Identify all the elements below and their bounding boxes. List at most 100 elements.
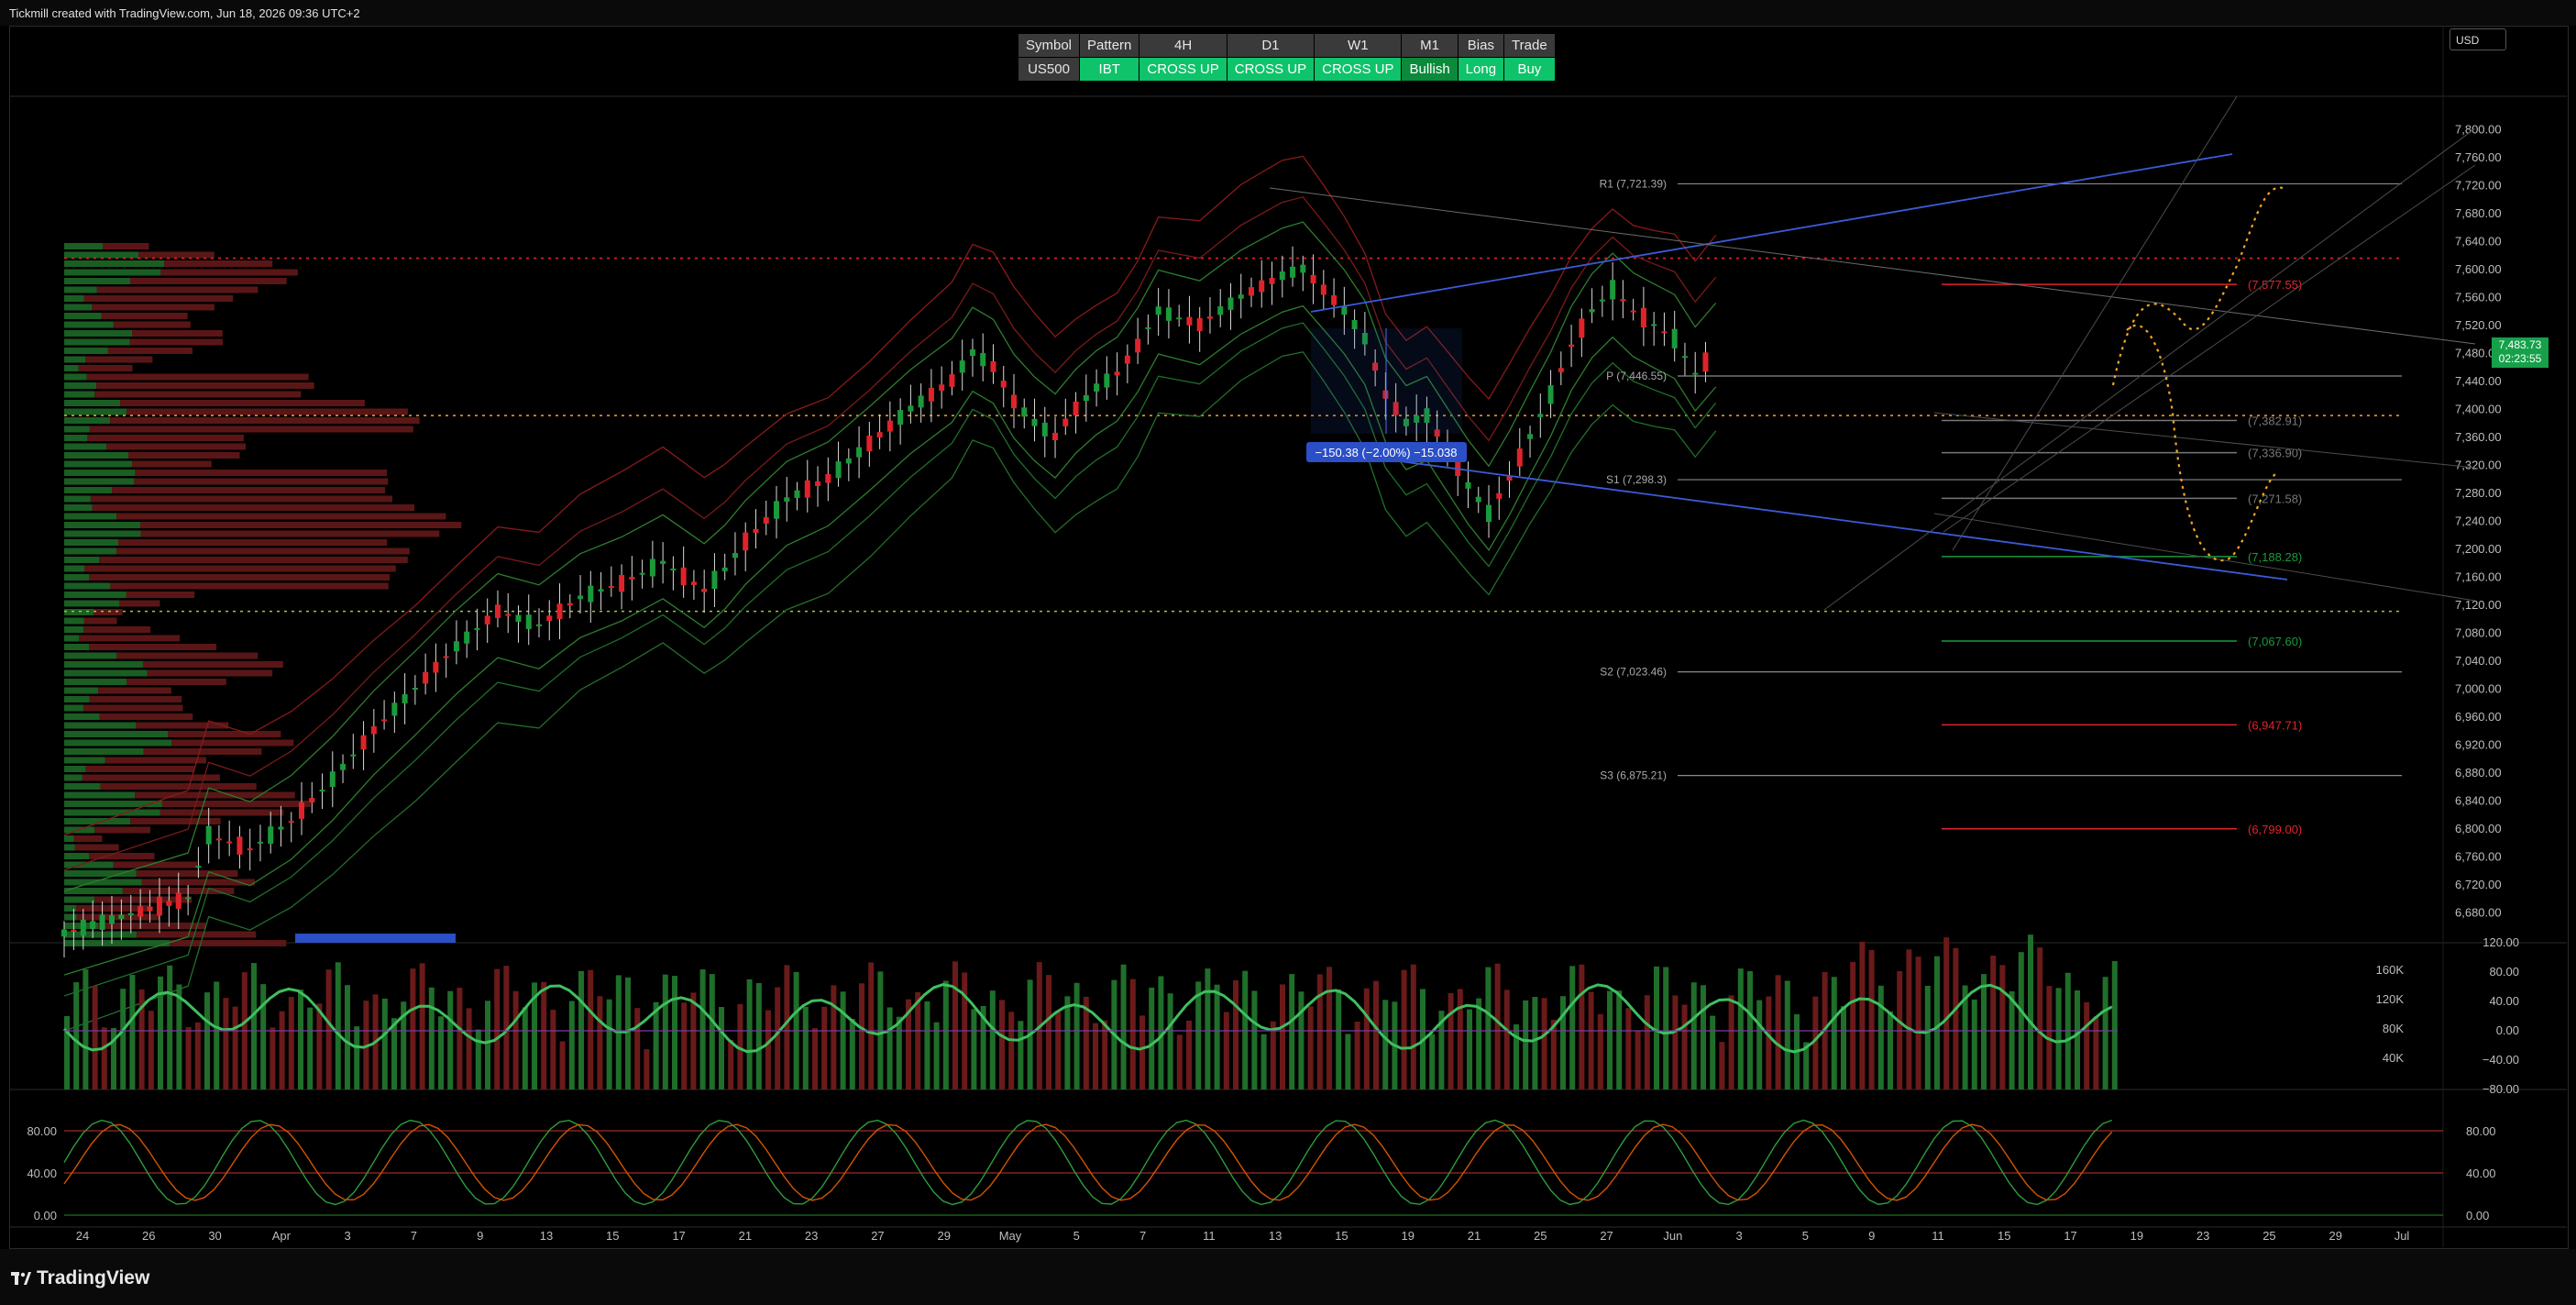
volume-bar <box>1579 964 1585 1089</box>
volume-bar <box>260 984 267 1089</box>
candle-body <box>247 848 253 851</box>
currency-select[interactable]: USD <box>2449 28 2506 50</box>
candle-body <box>1341 306 1348 315</box>
volume-profile-bar-down <box>138 251 215 259</box>
volume-profile-bar-up <box>64 600 120 607</box>
candle-body <box>598 589 604 592</box>
candle-body <box>1206 316 1213 319</box>
volume-bar <box>1363 988 1370 1089</box>
y-tick-label: 7,800.00 <box>2455 123 2502 137</box>
candle-body <box>866 436 873 452</box>
candle-body <box>1569 344 1575 348</box>
candle-body <box>515 614 522 622</box>
volume-profile-bar-up <box>64 426 90 433</box>
candle-body <box>1094 383 1100 392</box>
candle-body <box>61 929 67 937</box>
volume-profile-bar-up <box>64 460 132 468</box>
volume-bar <box>1701 985 1706 1089</box>
target-label: (7,336.90) <box>2248 447 2302 460</box>
volume-profile-bar-down <box>94 609 123 615</box>
candle-body <box>99 914 105 930</box>
volume-bar <box>1046 975 1051 1089</box>
candle-body <box>1062 418 1069 426</box>
x-tick-label: 13 <box>1269 1229 1282 1243</box>
x-tick-label: 17 <box>672 1229 685 1243</box>
volume-profile-bar-down <box>99 713 193 720</box>
volume-profile-bar-up <box>64 330 133 337</box>
volume-bar <box>775 987 781 1089</box>
volume-profile-bar-down <box>79 635 181 642</box>
volume-bar <box>812 1028 818 1089</box>
volume-profile-bar-up <box>64 373 87 381</box>
candle-body <box>1692 372 1699 375</box>
volume-bar <box>1971 999 1977 1089</box>
volume-profile-bar-down <box>74 844 119 851</box>
volume-bar <box>1503 990 1510 1089</box>
y-tick-label: 7,040.00 <box>2455 654 2502 668</box>
volume-bar <box>1737 968 1744 1089</box>
pivot-label: R1 (7,721.39) <box>1600 177 1667 190</box>
y-tick-label: 7,320.00 <box>2455 459 2502 472</box>
volume-profile-bar-up <box>64 801 162 807</box>
candle-body <box>525 614 532 629</box>
y-tick-label: 7,760.00 <box>2455 150 2502 164</box>
tradingview-logo[interactable]: TradingView <box>11 1267 149 1289</box>
volume-profile-bar-up <box>64 783 101 790</box>
volume-bar <box>64 1016 70 1089</box>
signal-header-1: Pattern <box>1079 33 1140 58</box>
volume-profile-bar-down <box>171 739 294 747</box>
volume-bar <box>1953 947 1959 1089</box>
volume-bar <box>2111 961 2118 1089</box>
x-tick-label: 5 <box>1073 1229 1080 1243</box>
volume-bar <box>886 1007 893 1089</box>
volume-profile-bar-up <box>64 679 127 685</box>
volume-bar <box>1906 949 1912 1089</box>
volume-bar <box>1149 987 1155 1089</box>
x-tick-label: 15 <box>606 1229 619 1243</box>
volume-profile-bar-up <box>64 652 117 659</box>
candle-body <box>381 719 388 722</box>
volume-bar <box>1915 957 1921 1089</box>
candle-body <box>1052 432 1059 441</box>
candle-body <box>732 552 738 558</box>
candle-body <box>1000 381 1007 388</box>
volume-profile-bar-down <box>90 495 392 503</box>
volume-profile-bar-down <box>118 539 388 546</box>
candle-body <box>1145 326 1151 329</box>
volume-bar <box>784 965 790 1089</box>
x-tick-label: 19 <box>1401 1229 1414 1243</box>
candle-body <box>939 384 945 391</box>
candle-body <box>1227 297 1234 310</box>
y-tick-label: 7,560.00 <box>2455 291 2502 304</box>
fan-line-3 <box>1952 95 2238 551</box>
stoch-tick-label-left: 0.00 <box>34 1209 57 1222</box>
volume-profile-bar-down <box>130 818 221 824</box>
volume-bar <box>167 965 173 1089</box>
candle-body <box>876 432 883 438</box>
candle-body <box>980 352 986 367</box>
volume-bar <box>83 969 89 1089</box>
volume-profile-bar-up <box>64 644 90 650</box>
volume-bar <box>1859 941 1866 1089</box>
volume-bar <box>2093 1016 2099 1089</box>
candle-body <box>299 802 304 819</box>
candle-body <box>845 458 852 464</box>
volume-bar <box>1635 1031 1641 1089</box>
volume-bar <box>915 991 921 1089</box>
volume-profile-bar-up <box>64 722 137 729</box>
volume-profile-bar-down <box>94 826 150 834</box>
volume-bar <box>849 1018 855 1089</box>
volume-profile-bar-up <box>64 661 143 668</box>
volume-bar <box>325 969 332 1089</box>
y-tick-label: 6,720.00 <box>2455 878 2502 891</box>
volume-bar <box>288 997 294 1089</box>
volume-profile-bar-down <box>140 530 440 537</box>
candle-body <box>629 576 635 580</box>
volume-profile-bar-down <box>96 286 259 293</box>
volume-bar <box>1999 965 2006 1089</box>
volume-bar <box>672 976 677 1089</box>
volume-bar <box>2055 988 2062 1089</box>
chart-svg[interactable]: 7,800.00 7,760.00 7,720.00 7,680.00 7,640.00… <box>0 0 2576 1305</box>
candle-body <box>1124 355 1130 364</box>
volume-profile-bar-up <box>64 400 121 406</box>
